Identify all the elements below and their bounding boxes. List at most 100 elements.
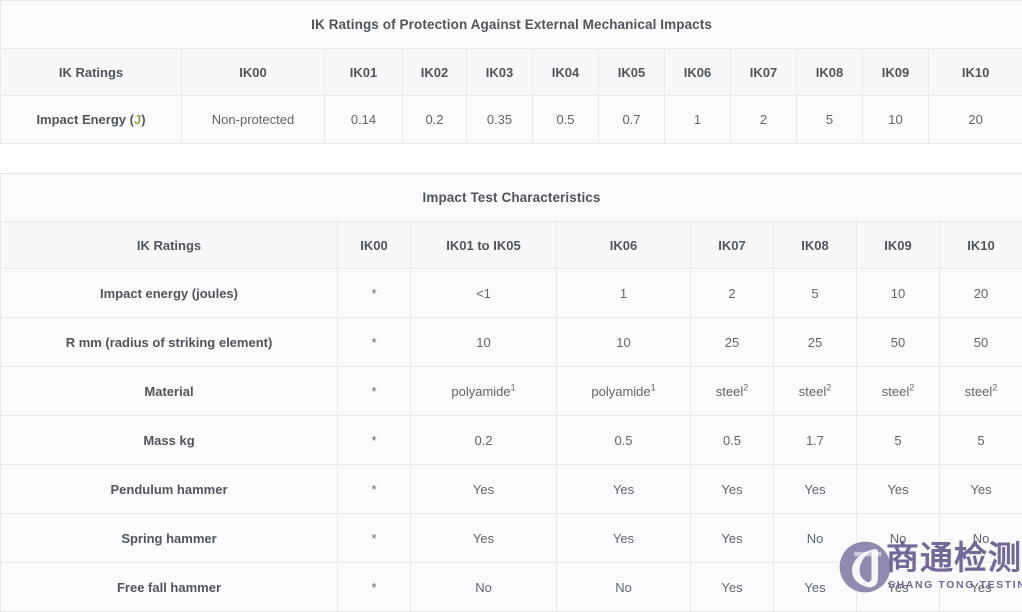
table1-cell: 20	[929, 96, 1022, 144]
table2-row-label: Impact energy (joules)	[1, 269, 338, 318]
table2-row-label: Material	[1, 367, 338, 416]
table1-cell: 5	[797, 96, 863, 144]
table2-cell: Yes	[411, 514, 557, 563]
cell-text: polyamide	[591, 384, 650, 399]
table1-header-cell: IK03	[467, 49, 533, 96]
table2-cell: *	[338, 367, 411, 416]
table1-cell: 0.35	[467, 96, 533, 144]
table2-cell: Yes	[557, 514, 691, 563]
table2-cell: 2	[691, 269, 774, 318]
table2-cell: *	[338, 318, 411, 367]
table2-row-label: R mm (radius of striking element)	[1, 318, 338, 367]
table2-cell: polyamide1	[411, 367, 557, 416]
table1-row-label: Impact Energy (J)	[1, 96, 182, 144]
table1-title-row: IK Ratings of Protection Against Externa…	[1, 1, 1022, 49]
table1-header-cell: IK07	[731, 49, 797, 96]
table2-header-cell: IK10	[940, 222, 1022, 269]
table2-header-cell: IK08	[774, 222, 857, 269]
table2-cell: 25	[691, 318, 774, 367]
table2-cell: 1	[557, 269, 691, 318]
table1-cell: 10	[863, 96, 929, 144]
table2-cell: 25	[774, 318, 857, 367]
table2-cell: *	[338, 416, 411, 465]
table1-title: IK Ratings of Protection Against Externa…	[1, 1, 1022, 49]
table2-cell: Yes	[691, 563, 774, 612]
table2-header-cell: IK07	[691, 222, 774, 269]
table1-header-cell: IK09	[863, 49, 929, 96]
table2-body: Impact energy (joules)*<11251020R mm (ra…	[1, 269, 1022, 612]
table2-cell: Yes	[774, 465, 857, 514]
table2-cell: polyamide1	[557, 367, 691, 416]
cell-text: steel	[965, 384, 992, 399]
table-row: Free fall hammer*NoNoYesYesYesYes	[1, 563, 1022, 612]
footnote-marker: 2	[992, 382, 997, 392]
table1-cell: 0.7	[599, 96, 665, 144]
ik-ratings-table: IK Ratings of Protection Against Externa…	[0, 0, 1022, 144]
table1-header-cell: IK Ratings	[1, 49, 182, 96]
table2-cell: No	[940, 514, 1022, 563]
table1-header-cell: IK05	[599, 49, 665, 96]
table2-cell: 10	[411, 318, 557, 367]
table2-cell: 50	[940, 318, 1022, 367]
table-gap-divider	[0, 144, 1022, 173]
footnote-marker: 2	[909, 382, 914, 392]
table2-cell: steel2	[940, 367, 1022, 416]
table1-header-cell: IK02	[403, 49, 467, 96]
table2-cell: Yes	[940, 563, 1022, 612]
table2-title-row: Impact Test Characteristics	[1, 174, 1022, 222]
table2-cell: 20	[940, 269, 1022, 318]
table2-row-label: Mass kg	[1, 416, 338, 465]
table1-cell: 2	[731, 96, 797, 144]
footnote-marker: 1	[511, 382, 516, 392]
table2-header-cell: IK09	[857, 222, 940, 269]
table-row: Impact Energy (J) Non-protected 0.14 0.2…	[1, 96, 1022, 144]
table2-header-cell: IK00	[338, 222, 411, 269]
footnote-marker: 2	[826, 382, 831, 392]
impact-energy-label-suffix: )	[141, 112, 145, 127]
table2-header-cell: IK Ratings	[1, 222, 338, 269]
table-row: Material*polyamide1polyamide1steel2steel…	[1, 367, 1022, 416]
table2-title: Impact Test Characteristics	[1, 174, 1022, 222]
cell-text: polyamide	[451, 384, 510, 399]
table1-header-cell: IK08	[797, 49, 863, 96]
table2-cell: *	[338, 563, 411, 612]
table2-cell: Yes	[857, 465, 940, 514]
table1-header-cell: IK00	[182, 49, 325, 96]
table2-cell: No	[557, 563, 691, 612]
table2-cell: Yes	[940, 465, 1022, 514]
table2-cell: 50	[857, 318, 940, 367]
table-row: Impact energy (joules)*<11251020	[1, 269, 1022, 318]
table2-cell: Yes	[857, 563, 940, 612]
table2-cell: Yes	[557, 465, 691, 514]
table1-header-cell: IK10	[929, 49, 1022, 96]
table2-cell: 5	[940, 416, 1022, 465]
table2-cell: Yes	[774, 563, 857, 612]
table2-cell: 10	[557, 318, 691, 367]
table2-cell: Yes	[691, 514, 774, 563]
table2-cell: *	[338, 269, 411, 318]
cell-text: steel	[882, 384, 909, 399]
cell-text: steel	[716, 384, 743, 399]
table1-header-cell: IK01	[325, 49, 403, 96]
table2-header-cell: IK01 to IK05	[411, 222, 557, 269]
table-row: Pendulum hammer*YesYesYesYesYesYes	[1, 465, 1022, 514]
table2-header-row: IK Ratings IK00 IK01 to IK05 IK06 IK07 I…	[1, 222, 1022, 269]
table2-row-label: Free fall hammer	[1, 563, 338, 612]
table1-header-cell: IK04	[533, 49, 599, 96]
table2-cell: No	[857, 514, 940, 563]
table2-cell: 5	[857, 416, 940, 465]
table1-cell: 0.14	[325, 96, 403, 144]
table2-cell: *	[338, 514, 411, 563]
table-row: Mass kg*0.20.50.51.755	[1, 416, 1022, 465]
footnote-marker: 2	[743, 382, 748, 392]
table2-cell: 5	[774, 269, 857, 318]
table2-cell: <1	[411, 269, 557, 318]
table1-cell: 1	[665, 96, 731, 144]
table-row: R mm (radius of striking element)*101025…	[1, 318, 1022, 367]
page-root: IK Ratings of Protection Against Externa…	[0, 0, 1022, 612]
impact-test-characteristics-table: Impact Test Characteristics IK Ratings I…	[0, 173, 1022, 612]
table2-cell: *	[338, 465, 411, 514]
cell-text: steel	[799, 384, 826, 399]
table2-header-cell: IK06	[557, 222, 691, 269]
footnote-marker: 1	[651, 382, 656, 392]
